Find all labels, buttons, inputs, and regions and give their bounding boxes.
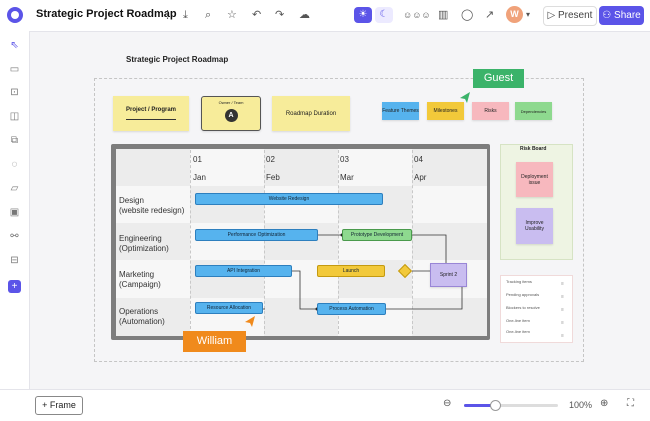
- drag-handle-icon[interactable]: ≡ ≡ ≡ ≡ ≡: [561, 278, 564, 343]
- william-cursor-icon: [245, 316, 255, 327]
- add-frame-button[interactable]: + Frame: [35, 396, 83, 415]
- task-sprint[interactable]: Sprint 2: [430, 263, 467, 287]
- list-item[interactable]: Blockers to resolve: [506, 305, 540, 310]
- risk-improve-usability[interactable]: Improve Usability: [516, 208, 553, 244]
- task-resource-allocation[interactable]: Resource Allocation: [195, 302, 263, 314]
- zoom-out-icon[interactable]: ⊖: [443, 398, 451, 409]
- william-cursor-label: William: [183, 331, 246, 352]
- plus-icon: +: [42, 400, 50, 410]
- fit-screen-icon[interactable]: ⛶: [627, 398, 634, 409]
- task-prototype-development[interactable]: Prototype Development: [342, 229, 412, 241]
- list-item[interactable]: One-line item: [506, 329, 530, 334]
- list-item[interactable]: Pending approvals: [506, 292, 539, 297]
- task-website-redesign[interactable]: Website Redesign: [195, 193, 383, 205]
- add-frame-label: Frame: [49, 400, 76, 410]
- task-process-automation[interactable]: Process Automation: [317, 303, 386, 315]
- risk-deployment-issue[interactable]: Deployment issue: [516, 162, 553, 197]
- zoom-level: 100%: [569, 400, 593, 410]
- task-api-integration[interactable]: API Integration: [195, 265, 292, 277]
- zoom-in-icon[interactable]: ⊕: [600, 398, 608, 409]
- zoom-slider-thumb[interactable]: [490, 400, 502, 411]
- list-item[interactable]: One-line item: [506, 318, 530, 323]
- list-item[interactable]: Tracking items: [506, 279, 532, 284]
- milestone-launch[interactable]: Launch: [317, 265, 385, 277]
- task-performance-optimization[interactable]: Performance Optimization: [195, 229, 318, 241]
- risk-board-title: Risk Board: [520, 146, 547, 152]
